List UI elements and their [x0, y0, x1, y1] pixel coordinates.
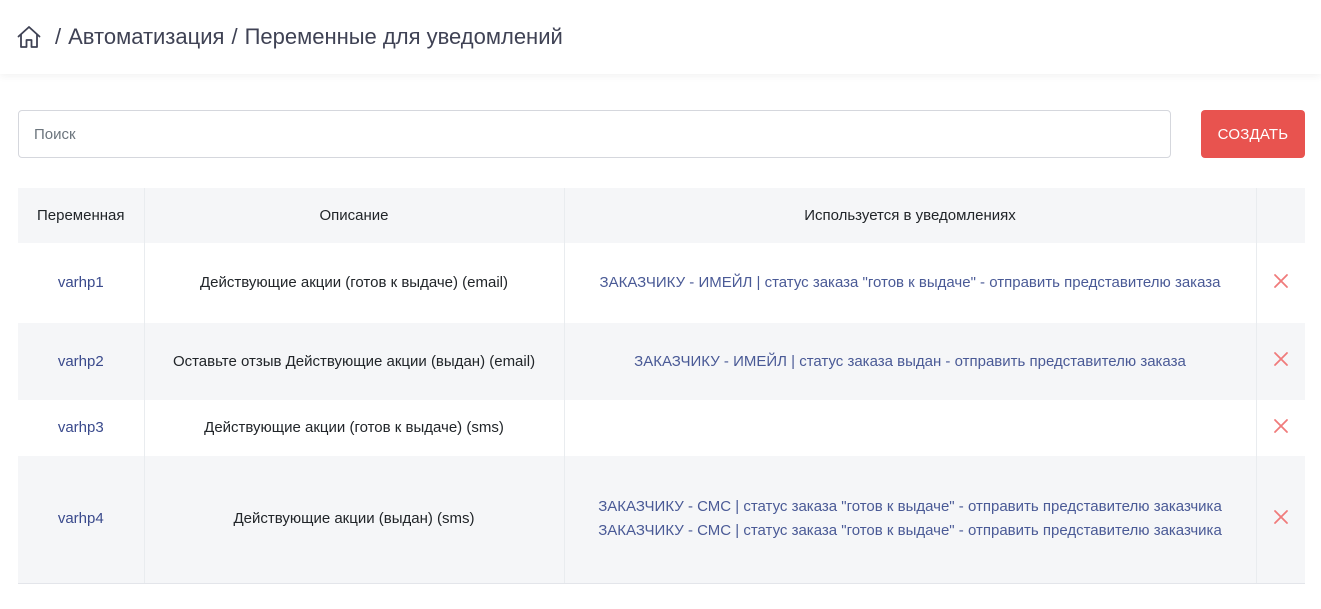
table-row: varhp2 Оставьте отзыв Действующие акции …: [18, 323, 1305, 400]
delete-button[interactable]: [1270, 348, 1292, 370]
delete-button[interactable]: [1270, 415, 1292, 437]
column-header-description: Описание: [144, 188, 565, 243]
variable-link[interactable]: varhp2: [58, 353, 104, 370]
notifications-cell: ЗАКАЗЧИКУ - ИМЕЙЛ | статус заказа "готов…: [564, 243, 1257, 323]
variable-description: Оставьте отзыв Действующие акции (выдан)…: [144, 323, 565, 400]
notification-link[interactable]: ЗАКАЗЧИКУ - СМС | статус заказа "готов к…: [577, 519, 1244, 543]
variable-link[interactable]: varhp4: [58, 510, 104, 527]
page-title: Переменные для уведомлений: [244, 24, 563, 49]
breadcrumb-separator: /: [55, 24, 62, 49]
notification-link[interactable]: ЗАКАЗЧИКУ - СМС | статус заказа "готов к…: [577, 495, 1244, 519]
notification-link[interactable]: ЗАКАЗЧИКУ - ИМЕЙЛ | статус заказа "готов…: [577, 271, 1244, 295]
breadcrumb-item-automation[interactable]: Автоматизация: [68, 24, 224, 50]
delete-button[interactable]: [1270, 506, 1292, 528]
variable-link[interactable]: varhp1: [58, 274, 104, 291]
close-icon: [1273, 418, 1288, 433]
page-header: / Автоматизация / Переменные для уведомл…: [0, 0, 1321, 74]
breadcrumb-separator: /: [231, 24, 238, 49]
column-header-actions: [1256, 188, 1305, 243]
create-button[interactable]: СОЗДАТЬ: [1201, 110, 1305, 158]
table-row: varhp1 Действующие акции (готов к выдаче…: [18, 243, 1305, 323]
column-header-variable: Переменная: [18, 188, 145, 243]
variable-description: Действующие акции (готов к выдаче) (emai…: [144, 243, 565, 323]
delete-button[interactable]: [1270, 270, 1292, 292]
variable-description: Действующие акции (готов к выдаче) (sms): [144, 400, 565, 456]
table-header-row: Переменная Описание Используется в уведо…: [18, 188, 1305, 243]
variables-table: Переменная Описание Используется в уведо…: [18, 188, 1305, 584]
variable-link[interactable]: varhp3: [58, 419, 104, 436]
home-icon[interactable]: [16, 24, 42, 50]
column-header-notifications: Используется в уведомлениях: [564, 188, 1257, 243]
table-row: varhp4 Действующие акции (выдан) (sms) З…: [18, 456, 1305, 584]
close-icon: [1273, 509, 1288, 524]
notifications-cell: ЗАКАЗЧИКУ - ИМЕЙЛ | статус заказа выдан …: [564, 323, 1257, 400]
table-row: varhp3 Действующие акции (готов к выдаче…: [18, 400, 1305, 456]
search-input[interactable]: [18, 110, 1171, 158]
notifications-cell: ЗАКАЗЧИКУ - СМС | статус заказа "готов к…: [564, 456, 1257, 584]
notifications-cell: [564, 400, 1257, 456]
close-icon: [1273, 273, 1288, 288]
notification-link[interactable]: ЗАКАЗЧИКУ - ИМЕЙЛ | статус заказа выдан …: [577, 350, 1244, 374]
variable-description: Действующие акции (выдан) (sms): [144, 456, 565, 584]
close-icon: [1273, 352, 1288, 366]
